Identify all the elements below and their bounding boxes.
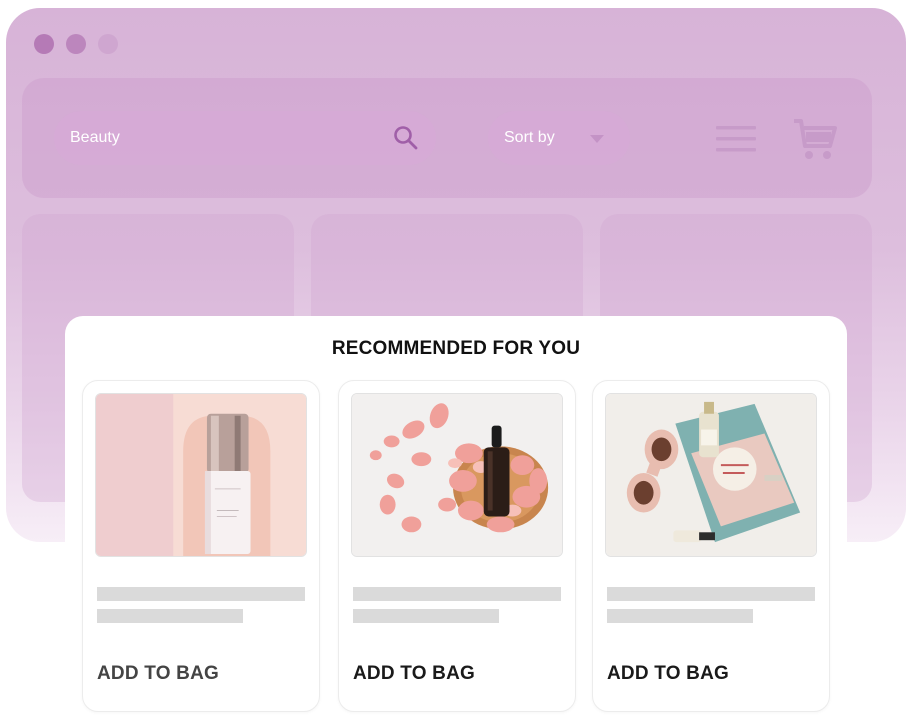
dropper-bottle-image[interactable] [351, 393, 563, 557]
add-to-bag-button[interactable]: ADD TO BAG [97, 663, 219, 685]
recommended-panel: RECOMMENDED FOR YOU ADD TO BAG ADD TO BA… [65, 316, 847, 727]
product-price-placeholder [97, 609, 243, 623]
search-input[interactable]: Beauty [54, 111, 436, 165]
sort-dropdown[interactable]: Sort by [488, 111, 630, 165]
search-value: Beauty [70, 129, 120, 146]
window-maximize-dot[interactable] [98, 34, 118, 54]
add-to-bag-button[interactable]: ADD TO BAG [607, 663, 729, 685]
product-name-placeholder [353, 587, 561, 601]
product-price-placeholder [353, 609, 499, 623]
menu-icon[interactable] [716, 124, 756, 154]
product-name-placeholder [97, 587, 305, 601]
serum-bottle-image[interactable] [95, 393, 307, 557]
skincare-flatlay-image[interactable] [605, 393, 817, 557]
product-card[interactable]: ADD TO BAG [592, 380, 830, 712]
product-card[interactable]: ADD TO BAG [338, 380, 576, 712]
window-minimize-dot[interactable] [66, 34, 86, 54]
add-to-bag-button[interactable]: ADD TO BAG [353, 663, 475, 685]
product-name-placeholder [607, 587, 815, 601]
product-card[interactable]: ADD TO BAG [82, 380, 320, 712]
search-icon[interactable] [392, 124, 420, 152]
sort-label: Sort by [504, 129, 555, 146]
recommended-title: RECOMMENDED FOR YOU [331, 338, 581, 359]
store-toolbar: Beauty Sort by [22, 78, 872, 198]
product-price-placeholder [607, 609, 753, 623]
chevron-down-icon [590, 135, 604, 143]
cart-icon[interactable] [792, 116, 838, 162]
window-close-dot[interactable] [34, 34, 54, 54]
